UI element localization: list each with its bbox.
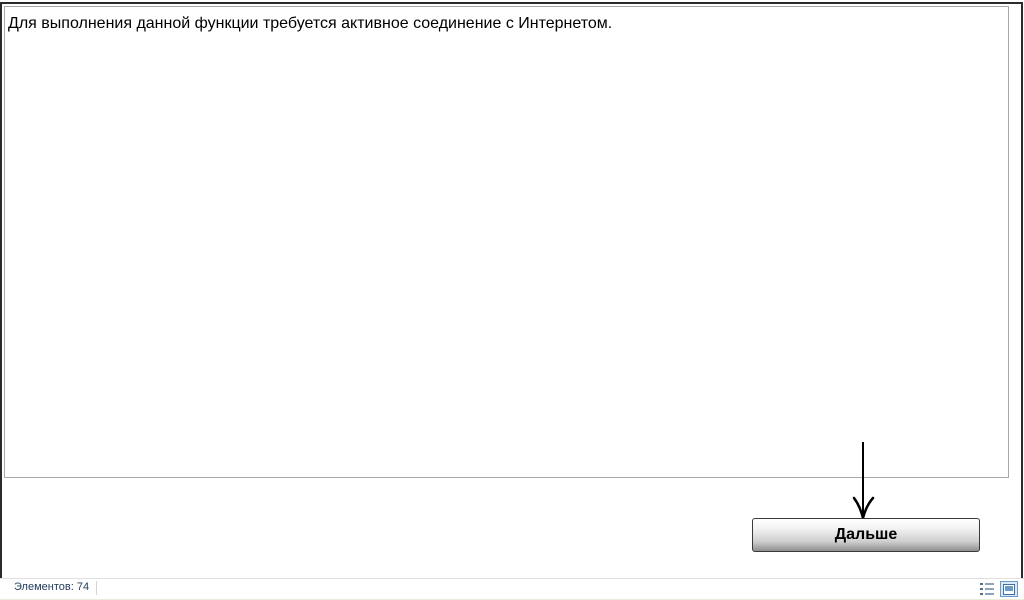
status-bar: Элементов: 74 [0, 578, 1024, 600]
connection-required-message: Для выполнения данной функции требуется … [8, 15, 613, 32]
next-button[interactable]: Дальше [752, 518, 980, 552]
details-view-button[interactable] [978, 581, 996, 597]
dialog-window: Для выполнения данной функции требуется … [0, 2, 1023, 580]
details-view-icon [980, 583, 994, 595]
preview-view-icon [1003, 583, 1015, 595]
preview-view-button[interactable] [1000, 581, 1018, 597]
message-panel: Для выполнения данной функции требуется … [4, 6, 1009, 478]
status-divider [96, 581, 97, 595]
items-count: Элементов: 74 [14, 581, 90, 593]
screen: Для выполнения данной функции требуется … [0, 0, 1024, 600]
